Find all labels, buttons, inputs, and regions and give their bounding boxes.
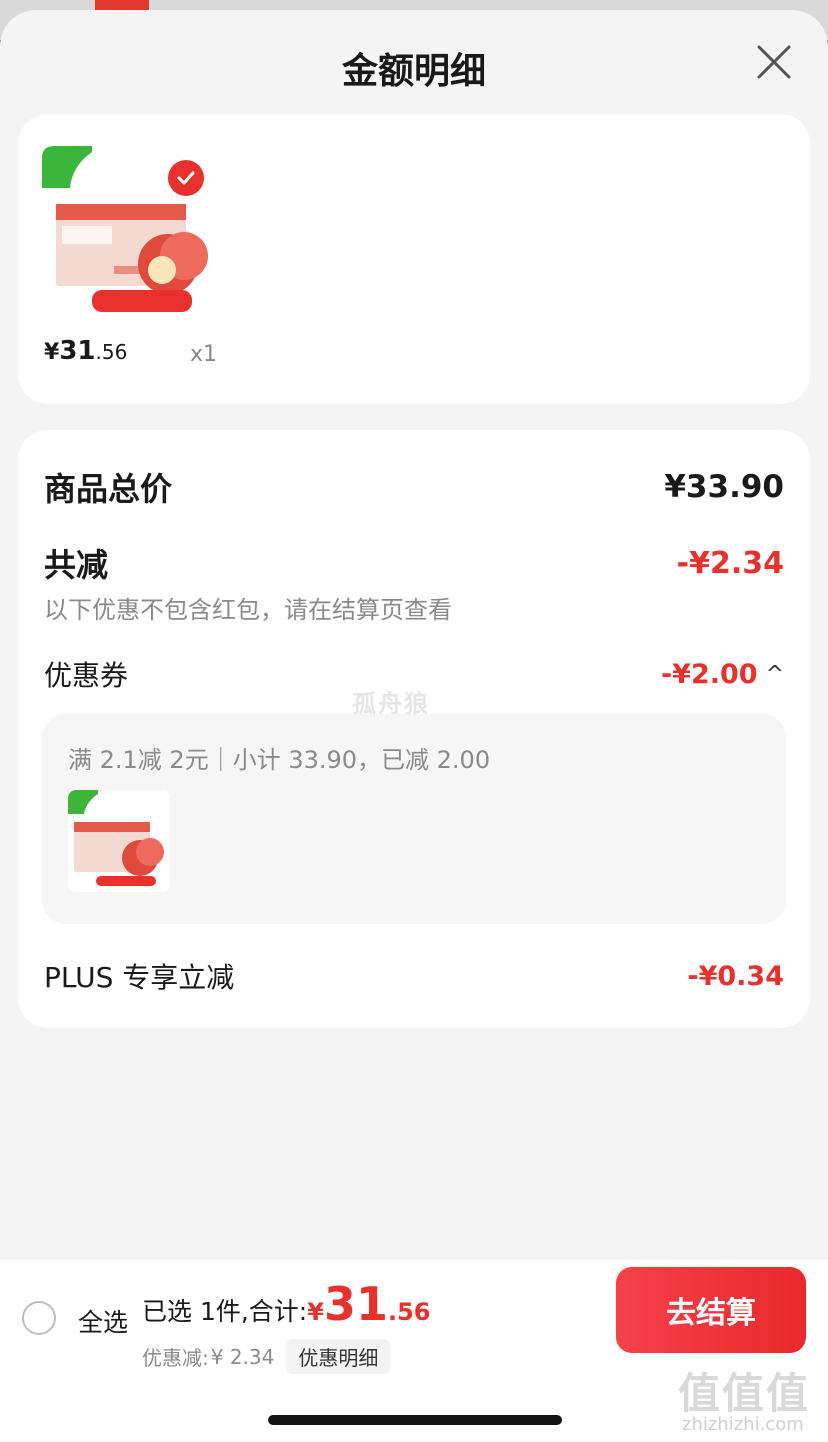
sheet-title: 金额明细 bbox=[341, 51, 486, 92]
site-url: zhizhizhi.com bbox=[682, 1414, 804, 1435]
product-quantity: x1 bbox=[190, 342, 218, 367]
selected-check-icon[interactable] bbox=[168, 160, 204, 196]
reduction-note: 以下优惠不包含红包，请在结算页查看 bbox=[44, 596, 452, 624]
plus-discount-row: PLUS 专享立减 -¥0.34 bbox=[44, 956, 784, 996]
product-price-currency: ¥ bbox=[44, 340, 60, 365]
discount-detail-button[interactable]: 优惠明细 bbox=[286, 1339, 391, 1374]
coupon-value: -¥2.00 bbox=[660, 658, 758, 690]
total-reduction-value: -¥2.34 bbox=[676, 545, 784, 581]
coupon-product-thumbnail bbox=[68, 790, 170, 892]
order-summary: 已选 1件,合计:¥31.56 bbox=[142, 1277, 430, 1331]
coupon-detail-box: 满 2.1减 2元｜小计 33.90，已减 2.00 bbox=[42, 714, 786, 924]
price-detail-card: 商品总价 ¥33.90 共减 -¥2.34 以下优惠不包含红包，请在结算页查看 … bbox=[18, 430, 810, 1028]
site-logo-text: 值值值 bbox=[678, 1369, 811, 1418]
coupon-label: 优惠券 bbox=[44, 659, 129, 692]
product-card: ¥31.56 x1 bbox=[18, 114, 810, 404]
summary-total-decimal: .56 bbox=[387, 1298, 431, 1326]
select-all-label[interactable]: 全选 bbox=[78, 1303, 128, 1339]
total-reduction-label: 共减 bbox=[44, 546, 109, 584]
chevron-up-icon[interactable]: ^ bbox=[766, 662, 784, 687]
plus-discount-value: -¥0.34 bbox=[687, 960, 784, 992]
user-watermark: 孤舟狼 bbox=[352, 690, 430, 718]
total-price-row: 商品总价 ¥33.90 bbox=[44, 464, 784, 510]
product-price: ¥31.56 bbox=[44, 336, 127, 366]
discount-label: 优惠减: bbox=[142, 1346, 209, 1370]
discount-value: ¥ 2.34 bbox=[210, 1344, 275, 1369]
plus-discount-label: PLUS 专享立减 bbox=[44, 961, 235, 994]
select-all-radio[interactable] bbox=[22, 1301, 56, 1335]
home-indicator bbox=[268, 1415, 562, 1425]
summary-total-integer: 31 bbox=[323, 1277, 388, 1331]
close-button[interactable] bbox=[752, 40, 796, 84]
summary-currency: ¥ bbox=[307, 1298, 324, 1326]
amount-detail-sheet: 金额明细 ¥31.56 x1 商品总价 ¥33.90 共减 -¥2.34 以下优… bbox=[0, 10, 828, 1442]
summary-lead: 已选 1件,合计: bbox=[142, 1297, 308, 1326]
checkout-button[interactable]: 去结算 bbox=[616, 1267, 806, 1353]
coupon-description: 满 2.1减 2元｜小计 33.90，已减 2.00 bbox=[68, 746, 491, 774]
coupon-amount: -¥2.00 ^ bbox=[661, 659, 784, 690]
close-icon bbox=[757, 45, 791, 79]
total-reduction-row: 共减 -¥2.34 bbox=[44, 540, 784, 586]
site-watermark-logo: 值值值 zhizhizhi.com bbox=[674, 1360, 824, 1440]
product-price-integer: 31 bbox=[59, 336, 96, 366]
discount-summary: 优惠减: ¥ 2.34 优惠明细 bbox=[142, 1339, 391, 1374]
product-price-decimal: .56 bbox=[95, 340, 128, 364]
total-price-value: ¥33.90 bbox=[664, 469, 784, 505]
total-price-label: 商品总价 bbox=[44, 470, 173, 508]
